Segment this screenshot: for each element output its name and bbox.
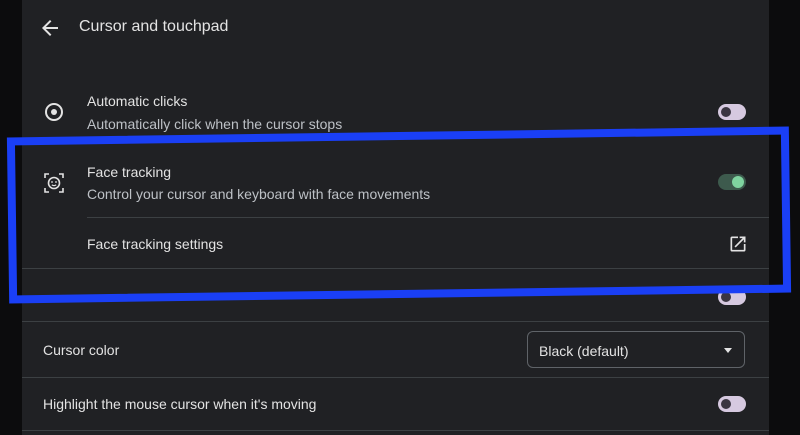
toggle-knob — [721, 107, 731, 117]
toggle-knob — [732, 176, 744, 188]
automatic-clicks-row[interactable]: Automatic clicks Automatically click whe… — [22, 88, 769, 138]
back-arrow-icon[interactable] — [38, 16, 62, 40]
face-tracking-settings-row[interactable]: Face tracking settings — [22, 218, 769, 268]
toggle-knob — [721, 399, 731, 409]
face-tracking-toggle[interactable] — [718, 174, 746, 190]
highlight-cursor-label: Highlight the mouse cursor when it's mov… — [43, 396, 317, 412]
divider — [22, 430, 769, 431]
obscured-setting-row[interactable] — [22, 269, 769, 321]
obscured-setting-toggle[interactable] — [718, 289, 746, 305]
face-tracking-row[interactable]: Face tracking Control your cursor and ke… — [22, 158, 769, 208]
dropdown-caret-icon — [724, 348, 732, 353]
toggle-knob — [721, 292, 731, 302]
page-title: Cursor and touchpad — [79, 18, 229, 35]
automatic-clicks-toggle[interactable] — [718, 104, 746, 120]
automatic-clicks-subtitle: Automatically click when the cursor stop… — [87, 116, 343, 132]
automatic-clicks-title: Automatic clicks — [87, 93, 188, 109]
cursor-color-select[interactable]: Black (default) — [527, 331, 745, 368]
cursor-color-value: Black (default) — [539, 343, 629, 359]
target-icon — [45, 103, 63, 121]
face-tracking-title: Face tracking — [87, 164, 172, 180]
cursor-color-label: Cursor color — [43, 342, 120, 358]
highlight-cursor-toggle[interactable] — [718, 396, 746, 412]
highlight-cursor-row[interactable]: Highlight the mouse cursor when it's mov… — [22, 378, 769, 430]
settings-panel: Cursor and touchpad Automatic clicks Aut… — [22, 0, 769, 435]
face-tracking-settings-label: Face tracking settings — [87, 236, 224, 252]
face-tracking-subtitle: Control your cursor and keyboard with fa… — [87, 186, 431, 202]
open-in-new-icon[interactable] — [728, 234, 748, 254]
page-header: Cursor and touchpad — [22, 0, 769, 58]
face-tracking-icon — [44, 173, 64, 193]
